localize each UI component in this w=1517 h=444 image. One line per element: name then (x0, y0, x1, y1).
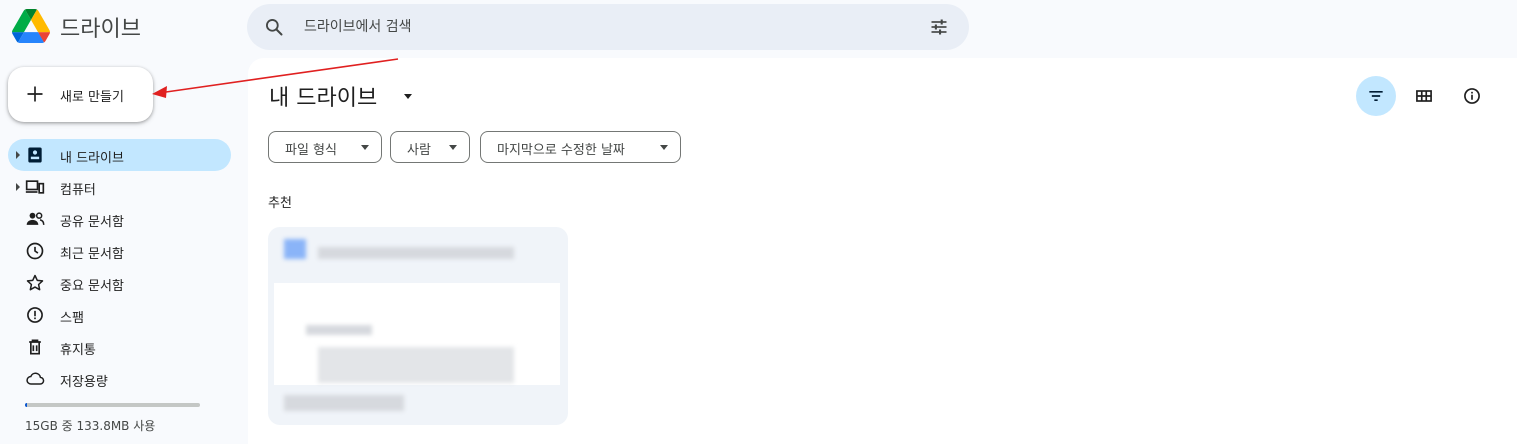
sidebar-item-label: 컴퓨터 (60, 183, 96, 198)
grid-view-button[interactable] (1404, 76, 1444, 116)
cloud-icon (26, 372, 45, 385)
sidebar-item-label: 최근 문서함 (60, 247, 124, 262)
thumbnail-text-blurred (306, 325, 372, 335)
search-input[interactable] (304, 14, 904, 40)
filter-last-modified[interactable]: 마지막으로 수정한 날짜 (480, 131, 681, 163)
file-reason-blurred (284, 395, 404, 411)
sidebar-item-starred[interactable]: 중요 문서함 (8, 267, 231, 299)
trash-icon (29, 339, 41, 355)
sidebar-item-label: 휴지통 (60, 343, 96, 358)
storage-usage-text: 15GB 중 133.8MB 사용 (25, 419, 156, 433)
spam-icon (27, 307, 43, 323)
star-icon (26, 274, 44, 291)
filter-label: 사람 (407, 143, 431, 158)
sidebar-item-trash[interactable]: 휴지통 (8, 331, 231, 363)
filter-people[interactable]: 사람 (390, 131, 470, 163)
chevron-down-icon (361, 145, 369, 150)
sidebar-item-recent[interactable]: 최근 문서함 (8, 235, 231, 267)
info-icon (1464, 88, 1480, 104)
sidebar-item-label: 저장용량 (60, 375, 108, 390)
filter-label: 마지막으로 수정한 날짜 (497, 143, 625, 158)
search-options-icon[interactable] (929, 17, 949, 37)
plus-icon (27, 86, 43, 102)
main-content: 내 드라이브 파일 형식 사람 마지막으로 수정한 날짜 추천 (248, 58, 1517, 444)
computer-icon (25, 180, 45, 194)
expand-caret-icon[interactable] (15, 151, 21, 159)
sidebar-item-label: 중요 문서함 (60, 279, 124, 294)
chevron-down-icon[interactable] (402, 92, 414, 100)
new-button-label: 새로 만들기 (60, 90, 124, 105)
sidebar-item-spam[interactable]: 스팸 (8, 299, 231, 331)
recent-clock-icon (26, 242, 44, 260)
suggested-file-card[interactable] (268, 227, 568, 425)
file-type-icon (284, 239, 306, 259)
sidebar-nav: 내 드라이브 컴퓨터 공유 문서함 최근 문서함 중요 문서함 스팸 휴지통 저… (8, 139, 231, 395)
chevron-down-icon (660, 145, 668, 150)
storage-usage-fill (25, 403, 27, 407)
file-name-blurred (318, 247, 514, 259)
chevron-down-icon (449, 145, 457, 150)
sidebar-item-label: 공유 문서함 (60, 215, 124, 230)
grid-view-icon (1416, 90, 1432, 102)
sidebar-item-computers[interactable]: 컴퓨터 (8, 171, 231, 203)
filter-view-button[interactable] (1356, 76, 1396, 116)
details-info-button[interactable] (1452, 76, 1492, 116)
thumbnail-text-blurred (318, 347, 514, 383)
shared-icon (26, 212, 45, 225)
expand-caret-icon[interactable] (15, 183, 21, 191)
sidebar-item-storage[interactable]: 저장용량 (8, 363, 231, 395)
suggested-section-label: 추천 (268, 196, 292, 211)
filter-lines-icon (1369, 91, 1383, 101)
new-button[interactable]: 새로 만들기 (8, 67, 153, 122)
filter-file-type[interactable]: 파일 형식 (268, 131, 382, 163)
file-thumbnail (274, 283, 560, 385)
sidebar-item-my-drive[interactable]: 내 드라이브 (8, 139, 231, 171)
filter-label: 파일 형식 (285, 143, 337, 158)
sidebar-item-label: 스팸 (60, 311, 84, 326)
sidebar-item-label: 내 드라이브 (60, 151, 124, 166)
storage-usage-bar (25, 403, 200, 407)
search-icon[interactable] (264, 17, 284, 37)
my-drive-icon (28, 147, 42, 163)
page-title[interactable]: 내 드라이브 (269, 80, 377, 112)
search-bar[interactable] (247, 4, 969, 50)
app-title: 드라이브 (60, 17, 141, 42)
google-drive-logo-icon (12, 9, 50, 43)
sidebar-item-shared[interactable]: 공유 문서함 (8, 203, 231, 235)
